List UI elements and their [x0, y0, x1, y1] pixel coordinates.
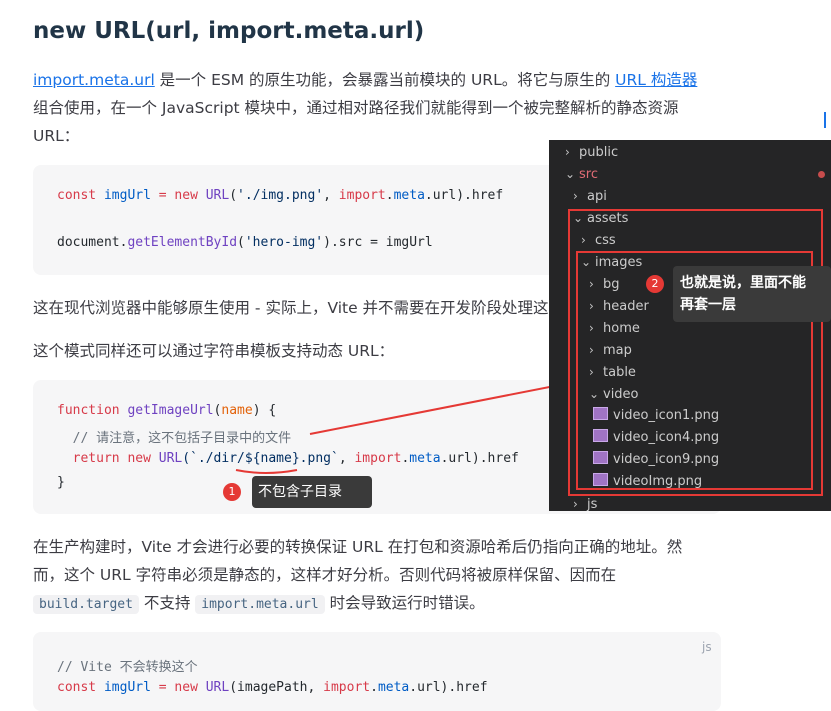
chevron-down-icon: ⌄ [565, 167, 576, 181]
inline-code-import-meta-url: import.meta.url [195, 595, 325, 614]
code3-comment: // Vite 不会转换这个 [57, 660, 198, 675]
inline-code-build-target: build.target [33, 595, 139, 614]
tree-item-public[interactable]: › public [565, 141, 618, 163]
chevron-right-icon: › [573, 497, 578, 511]
annotation-tooltip-2: 也就是说，里面不能 再套一层 [673, 266, 831, 322]
scroll-marker [824, 112, 826, 128]
code-language-label: js [702, 640, 712, 654]
annotation-badge-2: 2 [646, 275, 664, 293]
tree-item-js[interactable]: › js [573, 493, 597, 515]
annotation-tooltip-1: 不包含子目录 [252, 476, 372, 508]
modified-dot-icon [818, 171, 825, 178]
code3-line2: const imgUrl = new URL(imagePath, import… [57, 680, 488, 695]
file-explorer-panel: › public ⌄ src › api ⌄ assets › css ⌄ images ›… [549, 140, 831, 512]
chevron-right-icon: › [565, 145, 570, 159]
annotation-badge-1: 1 [223, 483, 241, 501]
paragraph-4-line3: build.target 不支持 import.meta.url 时会导致运行时… [33, 589, 485, 619]
tree-item-api[interactable]: › api [573, 185, 607, 207]
paragraph-4-line2: 而，这个 URL 字符串必须是静态的，这样才好分析。否则代码将被原样保留、因而在 [33, 566, 617, 584]
paragraph-4-line1: 在生产构建时，Vite 才会进行必要的转换保证 URL 在打包和资源哈希后仍指向… [33, 538, 683, 556]
chevron-right-icon: › [573, 189, 578, 203]
tree-item-src[interactable]: ⌄ src [565, 163, 598, 185]
